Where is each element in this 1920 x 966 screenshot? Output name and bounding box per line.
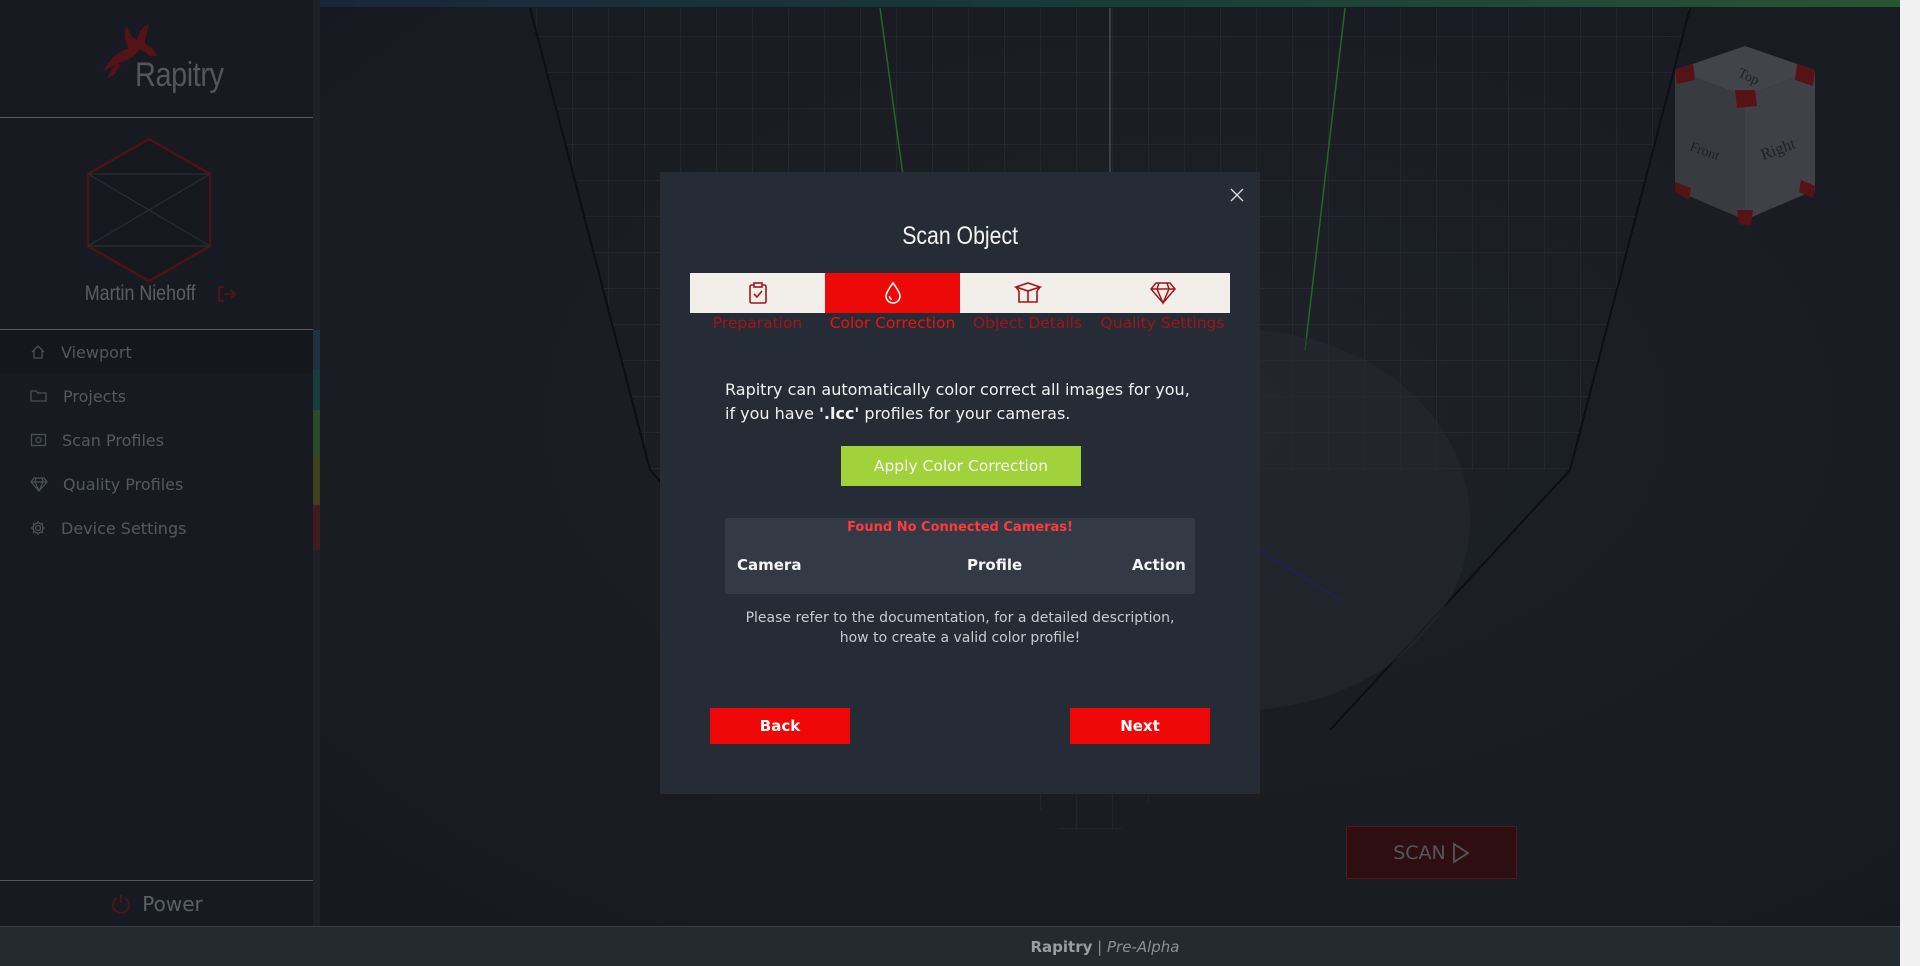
no-cameras-warning: Found No Connected Cameras! — [847, 520, 1073, 535]
step-label-preparation[interactable]: Preparation — [690, 314, 825, 332]
table-header-camera: Camera — [737, 556, 802, 574]
intro-line-2-bold: '.lcc' — [819, 404, 860, 423]
footer-separator: | — [1092, 937, 1107, 956]
step-color-correction[interactable] — [825, 273, 960, 313]
back-button[interactable]: Back — [710, 708, 850, 744]
diamond-icon — [1149, 282, 1176, 305]
table-header-action: Action — [1132, 556, 1186, 574]
clipboard-check-icon — [748, 282, 767, 304]
step-object-details[interactable] — [960, 273, 1095, 313]
footer: Rapitry | Pre-Alpha — [0, 926, 1900, 966]
apply-color-correction-button[interactable]: Apply Color Correction — [841, 446, 1081, 486]
step-preparation[interactable] — [690, 273, 825, 313]
note-line-1: Please refer to the documentation, for a… — [745, 610, 1175, 626]
step-quality-settings[interactable] — [1095, 273, 1230, 313]
documentation-note: Please refer to the documentation, for a… — [725, 608, 1195, 648]
close-icon[interactable] — [1226, 184, 1248, 206]
step-label-color-correction[interactable]: Color Correction — [825, 314, 960, 332]
intro-line-2-prefix: if you have — [725, 404, 819, 423]
intro-line-2-suffix: profiles for your cameras. — [859, 404, 1071, 423]
scan-object-modal: Scan Object Preparation Color Correction… — [660, 172, 1260, 794]
footer-stage: Pre-Alpha — [1106, 937, 1180, 956]
wizard-steps — [690, 273, 1230, 313]
droplet-icon — [884, 281, 901, 304]
camera-table: Found No Connected Cameras! Camera Profi… — [725, 518, 1195, 594]
footer-brand: Rapitry — [1030, 937, 1093, 956]
intro-text: Rapitry can automatically color correct … — [725, 378, 1205, 426]
step-label-object-details[interactable]: Object Details — [960, 314, 1095, 332]
step-label-quality-settings[interactable]: Quality Settings — [1095, 314, 1230, 332]
modal-title: Scan Object — [660, 222, 1260, 251]
box-icon — [1013, 282, 1042, 303]
intro-line-1: Rapitry can automatically color correct … — [725, 380, 1190, 399]
next-button[interactable]: Next — [1070, 708, 1210, 744]
table-header-profile: Profile — [967, 556, 1023, 574]
page-scrollbar[interactable] — [1900, 0, 1920, 966]
note-line-2: how to create a valid color profile! — [839, 630, 1081, 646]
modal-title-text: Scan Object — [902, 222, 1018, 250]
wizard-step-labels: Preparation Color Correction Object Deta… — [690, 314, 1230, 332]
